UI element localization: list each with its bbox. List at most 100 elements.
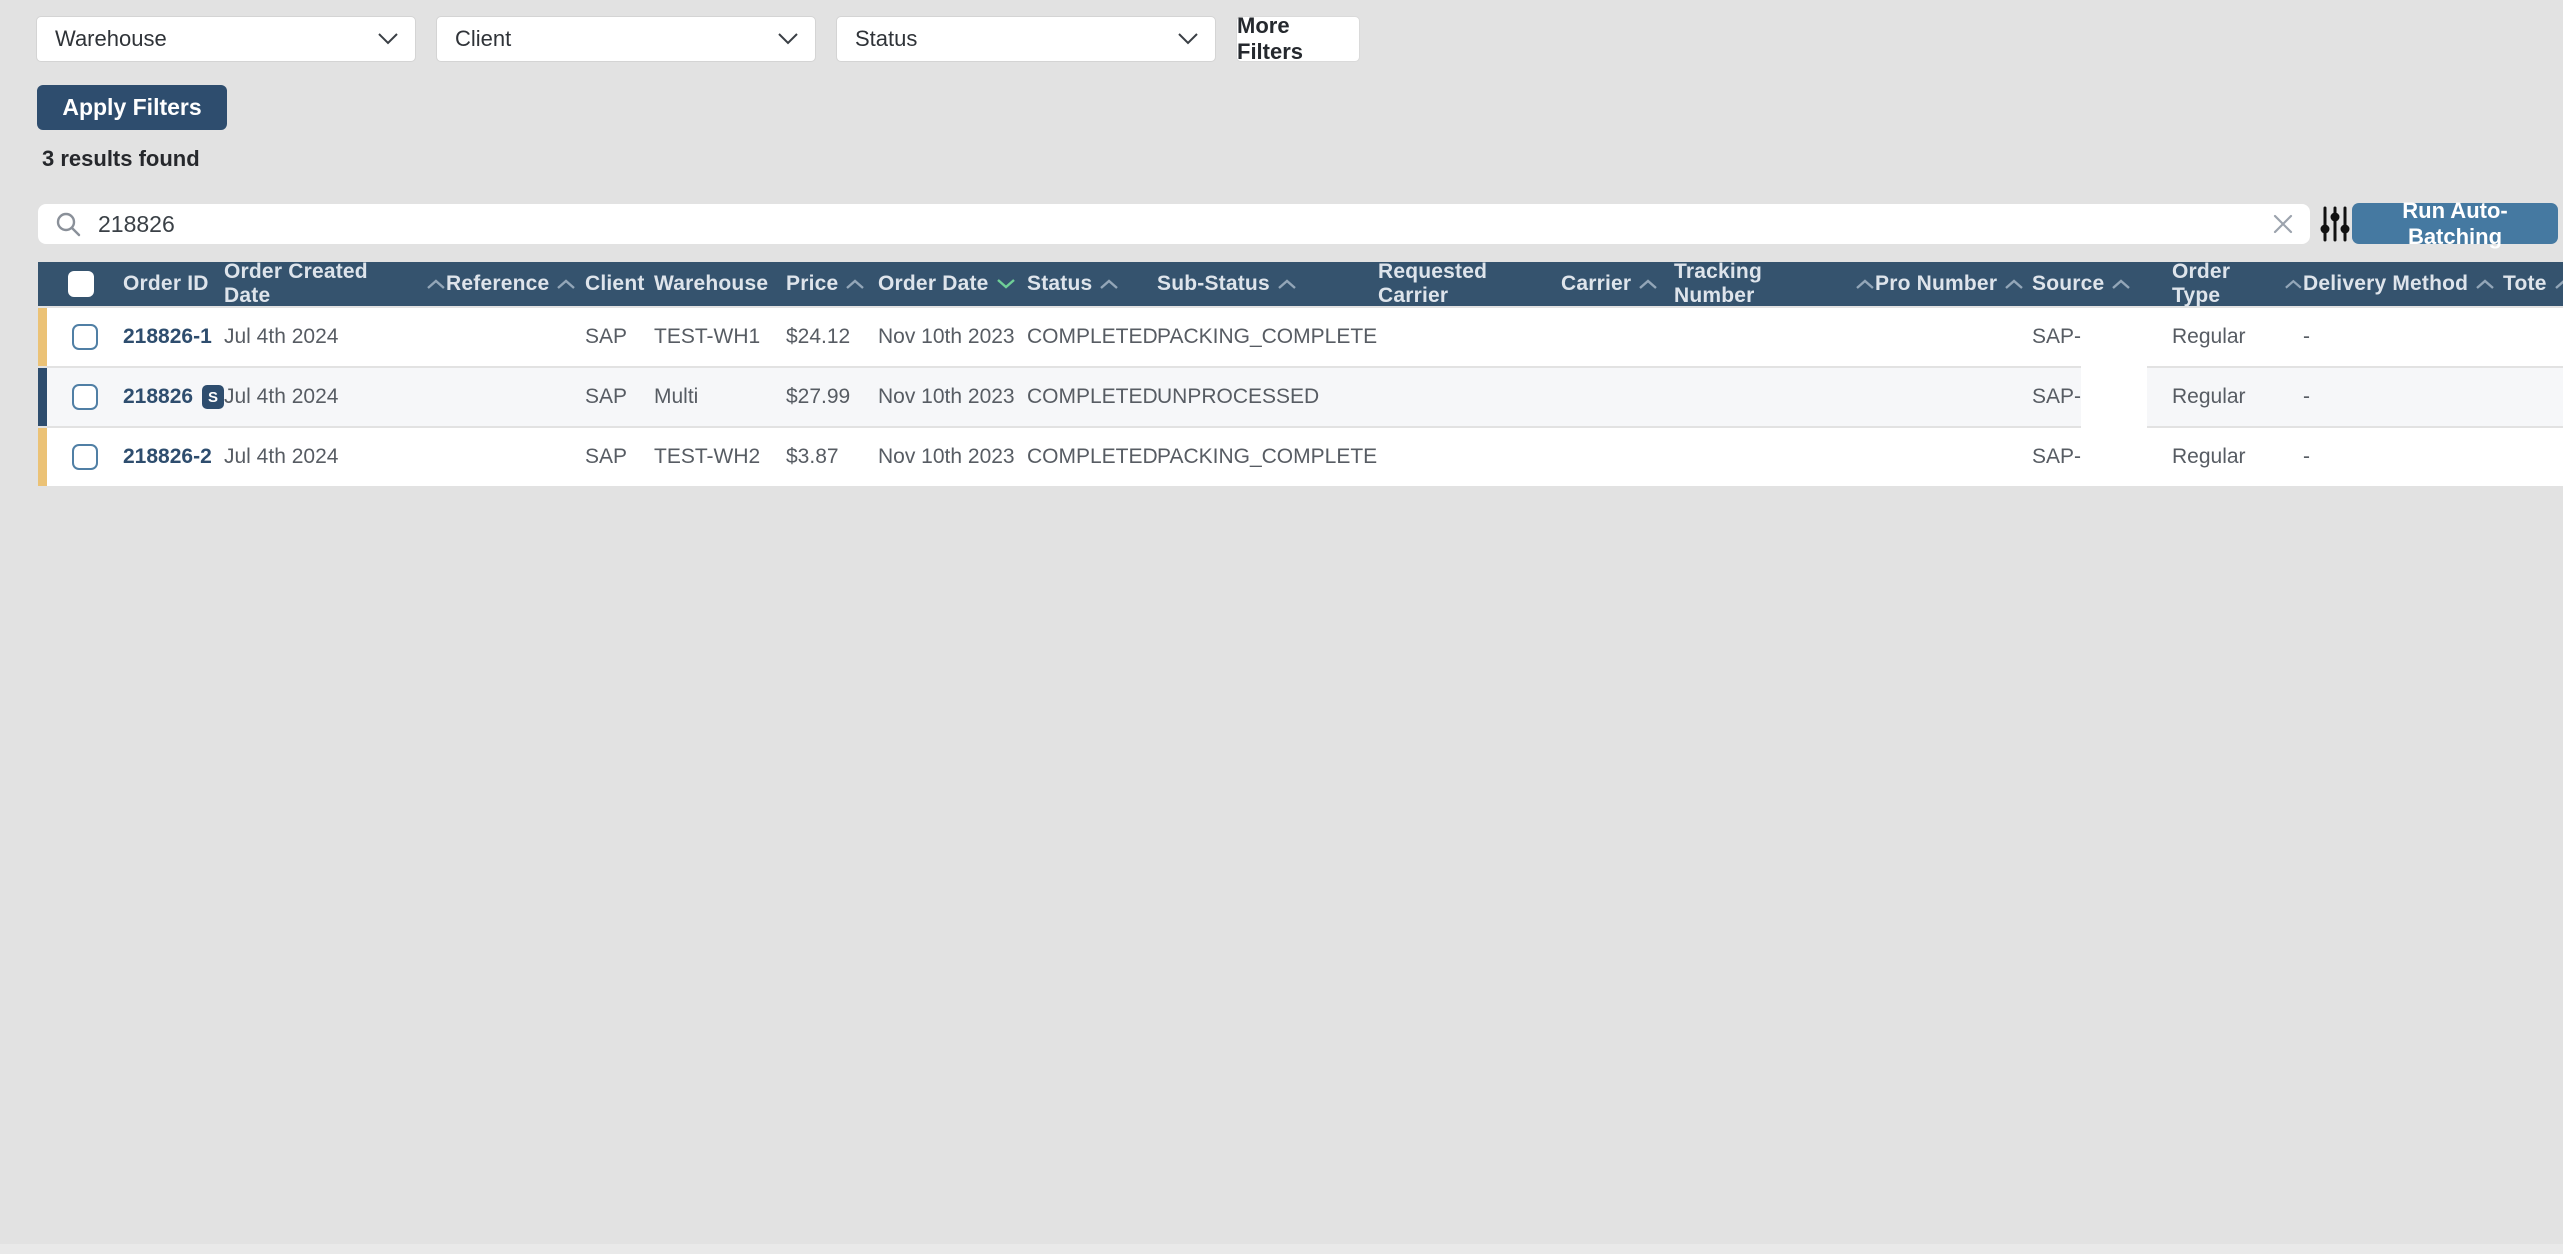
split-order-badge: S — [202, 385, 224, 409]
cell-order-created-date: Jul 4th 2024 — [224, 385, 446, 409]
order-id-link[interactable]: 218826-1 — [123, 325, 212, 349]
column-label: Price — [786, 272, 838, 296]
column-header-requested-carrier[interactable]: Requested Carrier — [1378, 262, 1561, 308]
cell-status: COMPLETED — [1027, 325, 1157, 349]
cell-order-id: 218826 S — [123, 385, 224, 409]
cell-warehouse: TEST-WH2 — [654, 445, 786, 469]
cell-delivery-method: - — [2303, 385, 2503, 409]
column-header-order-type[interactable]: Order Type — [2147, 262, 2303, 308]
more-filters-button[interactable]: More Filters — [1236, 16, 1360, 62]
status-filter-label: Status — [855, 26, 917, 52]
apply-filters-button[interactable]: Apply Filters — [37, 85, 227, 130]
column-label: Sub-Status — [1157, 272, 1270, 296]
sort-asc-icon — [556, 278, 576, 290]
cell-sub-status: PACKING_COMPLETED — [1157, 445, 1378, 469]
cell-price: $27.99 — [786, 385, 878, 409]
row-checkbox-cell — [47, 444, 123, 470]
warehouse-filter-label: Warehouse — [55, 26, 167, 52]
column-header-reference[interactable]: Reference — [446, 272, 585, 296]
cell-order-type: Regular — [2147, 385, 2303, 409]
cell-client: SAP — [585, 445, 654, 469]
client-filter-dropdown[interactable]: Client — [436, 16, 816, 62]
row-checkbox[interactable] — [72, 324, 98, 350]
sort-asc-icon — [845, 278, 865, 290]
cell-order-id: 218826-2 — [123, 445, 224, 469]
order-id-link[interactable]: 218826 — [123, 385, 193, 409]
column-label: Client — [585, 272, 645, 296]
sort-asc-icon — [2004, 278, 2024, 290]
row-checkbox-cell — [47, 324, 123, 350]
column-label: Carrier — [1561, 272, 1631, 296]
warehouse-filter-dropdown[interactable]: Warehouse — [36, 16, 416, 62]
sort-asc-icon — [426, 278, 446, 290]
column-header-tote[interactable]: Tote — [2503, 272, 2563, 296]
pinned-columns-gap — [2081, 308, 2147, 486]
cell-order-created-date: Jul 4th 2024 — [224, 325, 446, 349]
column-label: Order Type — [2172, 262, 2277, 308]
cell-status: COMPLETED — [1027, 445, 1157, 469]
cell-order-id: 218826-1 — [123, 325, 224, 349]
column-header-price[interactable]: Price — [786, 272, 878, 296]
search-bar — [38, 204, 2310, 244]
column-header-delivery-method[interactable]: Delivery Method — [2303, 272, 2503, 296]
column-header-sub-status[interactable]: Sub-Status — [1157, 272, 1378, 296]
horizontal-scrollbar-track[interactable] — [0, 1244, 2563, 1254]
column-label: Order Created Date — [224, 262, 419, 308]
row-checkbox-cell — [47, 384, 123, 410]
column-header-status[interactable]: Status — [1027, 272, 1157, 296]
order-id-link[interactable]: 218826-2 — [123, 445, 212, 469]
column-header-order-created-date[interactable]: Order Created Date — [224, 262, 446, 308]
table-header-row: Order ID Order Created Date Reference Cl… — [38, 262, 2563, 306]
cell-order-date: Nov 10th 2023 — [878, 445, 1027, 469]
select-all-checkbox[interactable] — [38, 271, 123, 297]
sort-asc-icon — [2111, 278, 2131, 290]
column-label: Source — [2032, 272, 2104, 296]
column-header-pro-number[interactable]: Pro Number — [1875, 272, 2032, 296]
cell-price: $3.87 — [786, 445, 878, 469]
cell-client: SAP — [585, 325, 654, 349]
cell-order-created-date: Jul 4th 2024 — [224, 445, 446, 469]
sort-asc-icon — [2475, 278, 2495, 290]
cell-order-type: Regular — [2147, 325, 2303, 349]
sort-asc-icon — [1277, 278, 1297, 290]
cell-warehouse: Multi — [654, 385, 786, 409]
column-header-client[interactable]: Client — [585, 272, 654, 296]
cell-order-type: Regular — [2147, 445, 2303, 469]
sort-desc-icon — [996, 278, 1016, 290]
column-label: Reference — [446, 272, 549, 296]
column-label: Order Date — [878, 272, 989, 296]
row-checkbox[interactable] — [72, 444, 98, 470]
row-checkbox[interactable] — [72, 384, 98, 410]
chevron-down-icon — [777, 32, 799, 46]
column-label: Status — [1027, 272, 1092, 296]
table-row[interactable]: 218826-2 Jul 4th 2024 SAP TEST-WH2 $3.87… — [38, 428, 2563, 486]
column-label: Pro Number — [1875, 272, 1997, 296]
run-auto-batching-button[interactable]: Run Auto-Batching — [2352, 203, 2558, 244]
sort-asc-icon — [2554, 278, 2563, 290]
column-label: Warehouse — [654, 272, 768, 296]
filter-bar: Warehouse Client Status More Filters — [36, 16, 1360, 62]
table-row[interactable]: 218826S Jul 4th 2024 SAP Multi $27.99 No… — [38, 368, 2563, 426]
column-header-tracking-number[interactable]: Tracking Number — [1674, 262, 1875, 308]
column-header-warehouse[interactable]: Warehouse — [654, 272, 786, 296]
search-input[interactable] — [96, 210, 2270, 239]
table-row[interactable]: 218826-1 Jul 4th 2024 SAP TEST-WH1 $24.1… — [38, 308, 2563, 366]
chevron-down-icon — [377, 32, 399, 46]
clear-search-icon[interactable] — [2270, 211, 2296, 237]
cell-client: SAP — [585, 385, 654, 409]
column-header-source[interactable]: Source — [2032, 272, 2147, 296]
sliders-icon[interactable] — [2318, 206, 2352, 242]
cell-status: COMPLETED — [1027, 385, 1157, 409]
column-header-carrier[interactable]: Carrier — [1561, 272, 1674, 296]
sort-asc-icon — [2284, 278, 2303, 290]
status-filter-dropdown[interactable]: Status — [836, 16, 1216, 62]
sort-asc-icon — [1855, 278, 1875, 290]
cell-warehouse: TEST-WH1 — [654, 325, 786, 349]
column-label: Delivery Method — [2303, 272, 2468, 296]
cell-order-date: Nov 10th 2023 — [878, 325, 1027, 349]
search-icon — [54, 210, 82, 238]
results-count: 3 results found — [42, 146, 200, 172]
sort-asc-icon — [1099, 278, 1119, 290]
column-header-order-id[interactable]: Order ID — [123, 272, 224, 296]
column-header-order-date[interactable]: Order Date — [878, 272, 1027, 296]
